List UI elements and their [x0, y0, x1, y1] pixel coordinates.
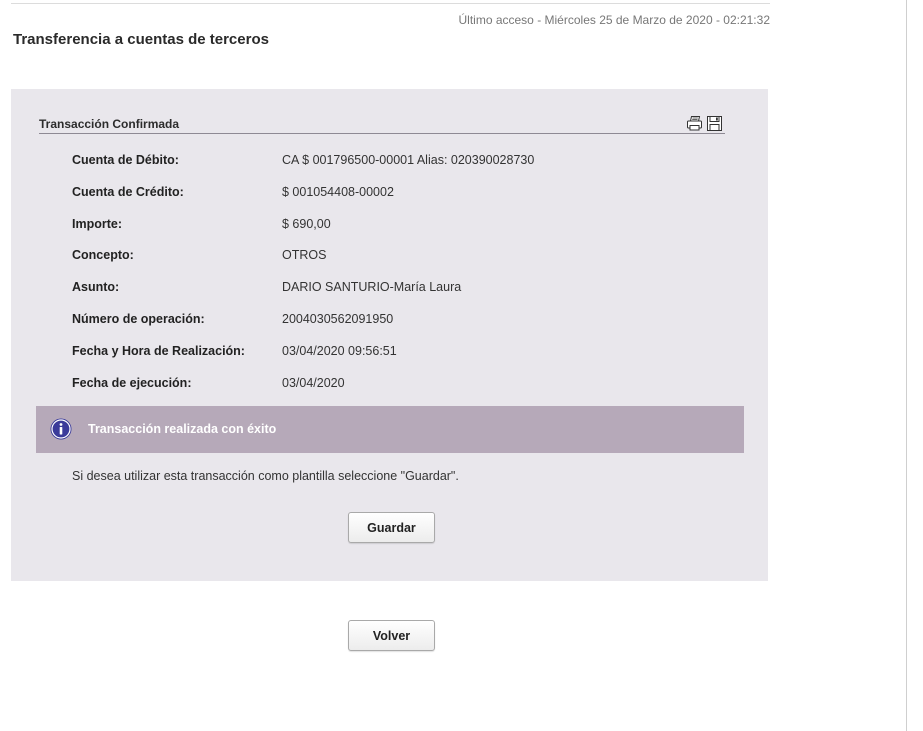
save-disk-icon[interactable]: [706, 115, 723, 132]
save-button[interactable]: Guardar: [348, 512, 435, 543]
info-icon: [50, 418, 72, 440]
detail-value: 03/04/2020: [282, 375, 345, 390]
detail-value: $ 001054408-00002: [282, 184, 394, 199]
success-message: Transacción realizada con éxito: [88, 422, 277, 436]
detail-label: Asunto:: [72, 280, 120, 295]
detail-label: Número de operación:: [72, 311, 205, 326]
detail-value: 2004030562091950: [282, 311, 394, 326]
detail-label: Cuenta de Crédito:: [72, 184, 184, 199]
success-banner: Transacción realizada con éxito: [36, 406, 744, 453]
back-button[interactable]: Volver: [348, 620, 435, 651]
content-right-border: [906, 0, 907, 731]
detail-value: $ 690,00: [282, 216, 331, 231]
detail-label: Fecha de ejecución:: [72, 375, 192, 390]
detail-value: DARIO SANTURIO-María Laura: [282, 280, 462, 295]
detail-value: OTROS: [282, 248, 327, 263]
page-title: Transferencia a cuentas de terceros: [13, 31, 269, 48]
section-actions: [686, 115, 723, 132]
transaction-panel: Transacción Confirmada Cuenta de Débito:…: [11, 89, 768, 581]
section-title: Transacción Confirmada: [39, 117, 180, 131]
section-header: Transacción Confirmada: [39, 115, 725, 134]
detail-label: Fecha y Hora de Realización:: [72, 343, 245, 358]
detail-label: Cuenta de Débito:: [72, 153, 179, 167]
detail-label: Concepto:: [72, 248, 134, 263]
printer-icon[interactable]: [686, 115, 703, 132]
top-divider: [11, 3, 770, 4]
detail-value: CA $ 001796500-00001 Alias: 020390028730: [282, 153, 535, 167]
detail-label: Importe:: [72, 216, 122, 231]
detail-value: 03/04/2020 09:56:51: [282, 343, 397, 358]
template-note: Si desea utilizar esta transacción como …: [72, 469, 459, 483]
last-access-info: Último acceso - Miércoles 25 de Marzo de…: [458, 13, 771, 27]
